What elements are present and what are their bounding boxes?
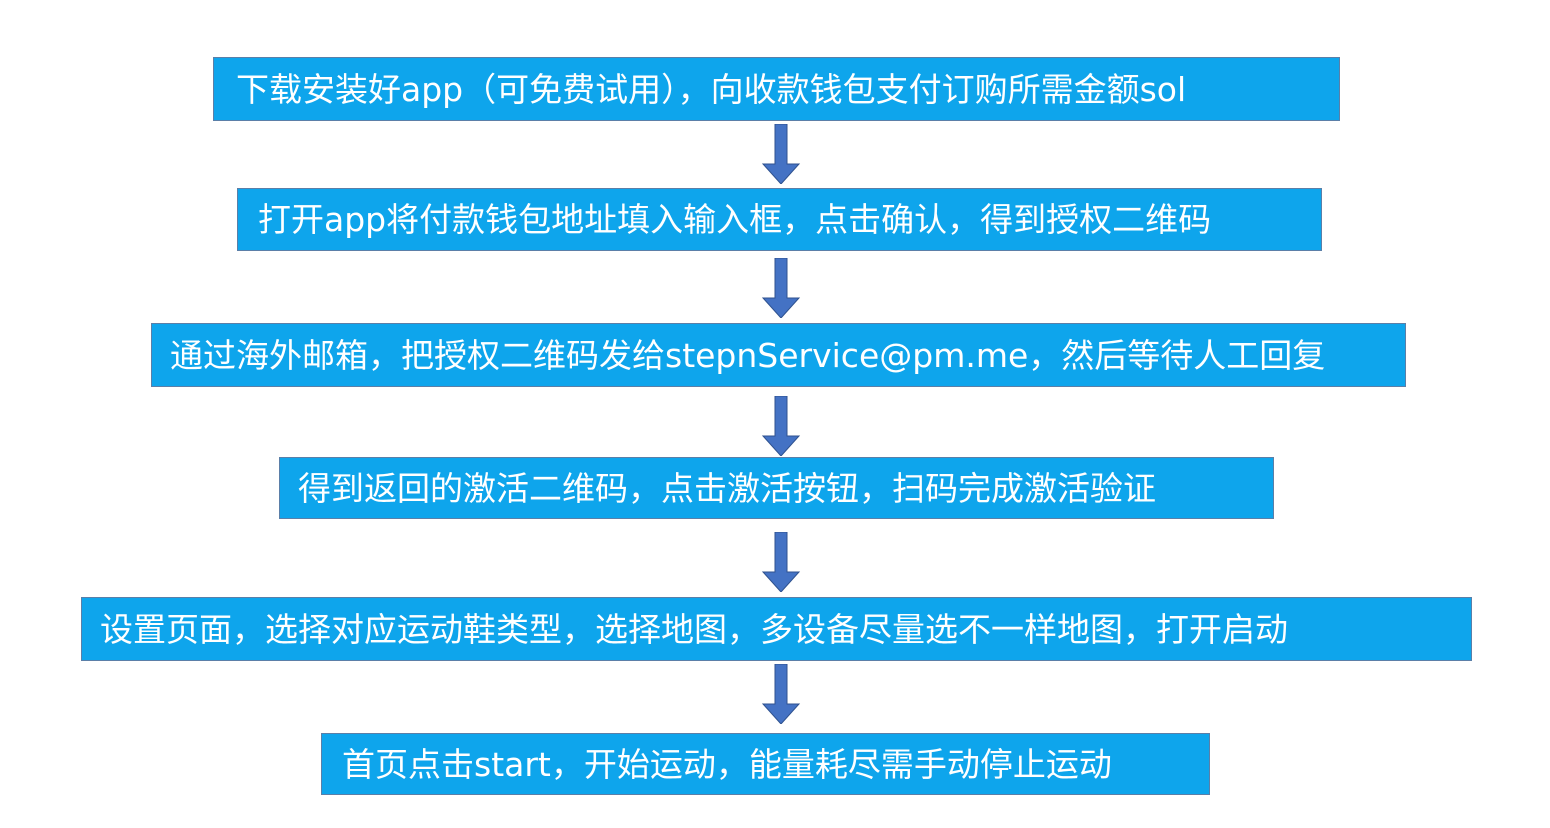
step-6-text: 首页点击start，开始运动，能量耗尽需手动停止运动 [342, 744, 1112, 784]
step-1-text: 下载安装好app（可免费试用），向收款钱包支付订购所需金额sol [236, 69, 1187, 109]
arrow-down-2 [761, 258, 801, 318]
step-2-text: 打开app将付款钱包地址填入输入框，点击确认，得到授权二维码 [258, 200, 1212, 239]
arrow-down-5 [761, 664, 801, 724]
step-4-box: 得到返回的激活二维码，点击激活按钮，扫码完成激活验证 [279, 457, 1274, 519]
step-2-box: 打开app将付款钱包地址填入输入框，点击确认，得到授权二维码 [237, 188, 1322, 251]
arrow-down-3 [761, 396, 801, 456]
step-4-text: 得到返回的激活二维码，点击激活按钮，扫码完成激活验证 [298, 468, 1156, 508]
step-1-box: 下载安装好app（可免费试用），向收款钱包支付订购所需金额sol [213, 57, 1340, 121]
step-5-text: 设置页面，选择对应运动鞋类型，选择地图，多设备尽量选不一样地图，打开启动 [100, 609, 1288, 649]
step-3-box: 通过海外邮箱，把授权二维码发给stepnService@pm.me，然后等待人工… [151, 323, 1406, 387]
arrow-down-4 [761, 532, 801, 592]
step-6-box: 首页点击start，开始运动，能量耗尽需手动停止运动 [321, 733, 1210, 795]
step-5-box: 设置页面，选择对应运动鞋类型，选择地图，多设备尽量选不一样地图，打开启动 [81, 597, 1472, 661]
step-3-text: 通过海外邮箱，把授权二维码发给stepnService@pm.me，然后等待人工… [170, 335, 1326, 375]
arrow-down-1 [761, 124, 801, 184]
